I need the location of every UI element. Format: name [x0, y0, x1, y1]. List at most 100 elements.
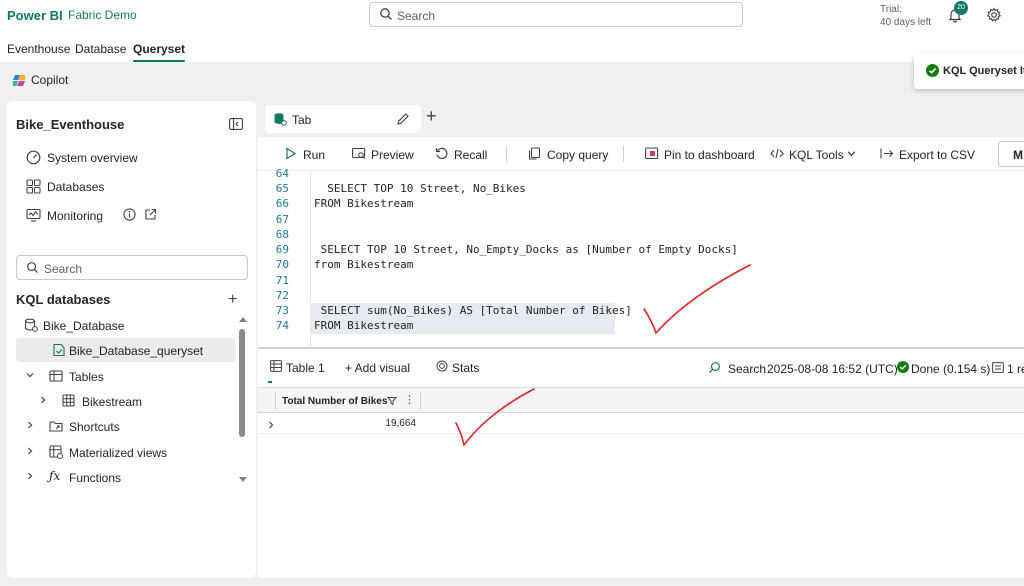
tree-label: Bike_Database [43, 319, 125, 333]
pencil-icon[interactable] [396, 112, 410, 129]
preview-label: Preview [371, 148, 414, 162]
line-number: 68 [275, 228, 289, 241]
tree-label: Functions [69, 471, 122, 485]
nav-label: Databases [47, 180, 105, 194]
tree-item-shortcuts[interactable]: Shortcuts [16, 414, 236, 438]
cell-total-bikes: 19,664 [385, 418, 416, 429]
folder-link-icon [49, 419, 63, 436]
code-text: FROM Bikestream [314, 319, 414, 332]
toolbar-divider [623, 146, 624, 162]
scroll-thumb[interactable] [239, 329, 245, 437]
scroll-up-arrow[interactable] [239, 317, 247, 322]
query-tab-label: Tab [292, 113, 312, 127]
query-tab[interactable]: Tab [265, 105, 421, 133]
code-text: SELECT sum(No_Bikes) AS [Total Number of… [314, 304, 632, 317]
recall-label: Recall [454, 148, 488, 162]
filter-icon[interactable] [386, 395, 398, 409]
search-icon [379, 7, 393, 24]
checkmark-annotation [455, 388, 535, 447]
tree-label: Bike_Database_queryset [69, 344, 204, 358]
stats-icon [436, 360, 448, 375]
info-icon[interactable] [123, 208, 136, 224]
status-label: Done (0.154 s) [911, 362, 991, 376]
query-timestamp: 2025-08-08 16:52 (UTC) [767, 362, 898, 376]
line-number: 70 [275, 258, 289, 271]
chevron-right-icon[interactable] [25, 419, 35, 433]
success-check-icon [897, 361, 909, 376]
code-line: 66 FROM Bikestream [258, 197, 1024, 212]
table-icon [270, 360, 282, 375]
code-line: 67 [258, 213, 1024, 228]
column-header[interactable]: Total Number of Bikes [282, 396, 387, 407]
rows-icon [992, 362, 1004, 376]
export-icon [880, 147, 894, 163]
code-icon [770, 147, 784, 163]
tables-icon [49, 369, 63, 386]
toast-message: KQL Queryset Ite [943, 65, 1024, 77]
chevron-down-icon[interactable] [25, 369, 35, 383]
add-tab-icon[interactable]: + [426, 106, 437, 127]
success-check-icon [926, 64, 939, 80]
table-row[interactable]: 19,664 [258, 414, 1024, 434]
export-label: Export to CSV [899, 148, 976, 162]
collapse-panel-icon[interactable] [229, 118, 243, 133]
chevron-right-icon[interactable] [266, 419, 276, 433]
recall-icon [435, 147, 448, 163]
kql-databases-heading: KQL databases [16, 292, 111, 307]
results-grid: Total Number of Bikes ⋮ 19,664 [258, 387, 1024, 578]
explorer-search-input[interactable]: Search [16, 255, 248, 280]
line-number: 67 [275, 213, 289, 226]
copy-icon [528, 147, 541, 163]
add-database-icon[interactable]: + [228, 291, 237, 309]
tab-database[interactable]: Database [75, 42, 126, 56]
column-menu-icon[interactable]: ⋮ [404, 393, 415, 406]
scroll-down-arrow[interactable] [239, 477, 247, 482]
play-icon [284, 147, 297, 163]
tab-eventhouse[interactable]: Eventhouse [7, 42, 70, 56]
line-number: 71 [275, 274, 289, 287]
query-toolbar: Run Preview Recall Copy query Pin to das… [258, 137, 1024, 171]
checkmark-annotation [643, 264, 751, 335]
code-line: 65 SELECT TOP 10 Street, No_Bikes [258, 182, 1024, 197]
tab-queryset[interactable]: Queryset [133, 42, 186, 62]
trial-status[interactable]: Trial: 40 days left [880, 3, 931, 29]
line-number: 64 [275, 167, 289, 180]
open-external-icon[interactable] [144, 208, 157, 224]
copilot-button[interactable]: Copilot [31, 73, 68, 87]
run-label: Run [303, 148, 326, 162]
results-tab-bar: Table 1 + Add visual Stats Search 2025-0… [258, 349, 1024, 387]
gear-icon[interactable] [986, 7, 1002, 26]
tree-label: Shortcuts [69, 420, 120, 434]
kql-editor[interactable]: 64 65 SELECT TOP 10 Street, No_Bikes 66 F… [258, 167, 1024, 347]
tree-item-materialized-views[interactable]: Materialized views [16, 440, 236, 464]
item-tabs-bar: Eventhouse Database Queryset [0, 32, 1024, 62]
trial-days-left: 40 days left [880, 17, 932, 28]
tree-item-functions[interactable]: ƒx Functions [16, 465, 236, 489]
more-button[interactable]: M [998, 141, 1024, 167]
code-text: from Bikestream [314, 258, 414, 271]
tab-label: + Add visual [345, 361, 411, 375]
search-icon [26, 261, 39, 277]
search-placeholder: Search [397, 9, 436, 23]
workspace-name[interactable]: Fabric Demo [68, 8, 137, 22]
kql-tools-label: KQL Tools [789, 148, 844, 162]
explorer-scrollbar[interactable] [239, 317, 247, 482]
tree-label: Tables [69, 370, 104, 384]
grid-icon [26, 179, 41, 197]
tree-item-tables[interactable]: Tables [16, 364, 236, 388]
global-search-input[interactable]: Search [369, 2, 743, 27]
notification-badge: 20 [954, 1, 968, 15]
copilot-icon[interactable] [12, 73, 27, 91]
chevron-right-icon[interactable] [25, 470, 35, 484]
table-icon [62, 394, 75, 410]
app-brand[interactable]: Power BI [7, 8, 63, 23]
tree-item-bikestream[interactable]: Bikestream [16, 389, 236, 413]
explorer-panel: Bike_Eventhouse System overview Database… [7, 101, 256, 578]
search-label: Search [728, 362, 767, 376]
chevron-right-icon[interactable] [25, 445, 35, 459]
chevron-right-icon[interactable] [38, 394, 48, 408]
tree-item-queryset[interactable]: Bike_Database_queryset [16, 338, 236, 362]
notification-toast[interactable]: KQL Queryset Ite [914, 53, 1024, 89]
tree-item-database[interactable]: Bike_Database [16, 313, 236, 337]
code-line: 68 [258, 228, 1024, 243]
